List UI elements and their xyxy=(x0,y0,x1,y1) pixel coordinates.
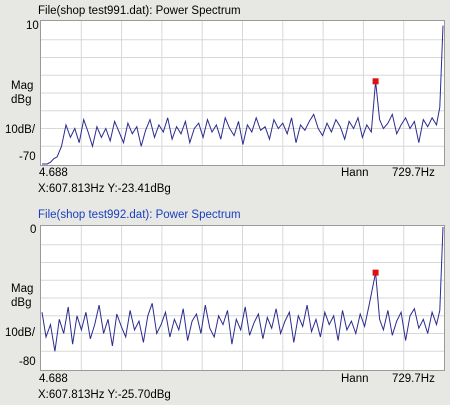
y-scale-label: 10dB/ xyxy=(5,124,36,136)
y-unit-line2: dBg xyxy=(11,297,32,309)
y-max-label: 10 xyxy=(26,20,39,32)
panel-title: File(shop test991.dat): Power Spectrum xyxy=(38,5,241,17)
x-start-label: 4.688 xyxy=(39,373,68,385)
plot-area-1[interactable] xyxy=(40,20,445,166)
x-end-label: 729.7Hz xyxy=(392,373,435,385)
cursor-readout: X:607.813Hz Y:-23.41dBg xyxy=(38,183,171,195)
cursor-marker[interactable] xyxy=(372,269,379,276)
y-max-label: 0 xyxy=(30,224,37,236)
y-min-label: -80 xyxy=(19,356,36,368)
window-label: Hann xyxy=(341,373,369,385)
x-start-label: 4.688 xyxy=(39,167,68,179)
spectrum-panel-2: File(shop test992.dat): Power Spectrum 0… xyxy=(0,203,450,405)
spectrum-chart-1[interactable] xyxy=(41,21,444,165)
y-min-label: -70 xyxy=(19,151,36,163)
y-unit-line1: Mag xyxy=(11,80,34,92)
cursor-readout: X:607.813Hz Y:-25.70dBg xyxy=(38,389,171,401)
spectrum-chart-2[interactable] xyxy=(41,226,444,370)
y-scale-label: 10dB/ xyxy=(5,327,36,339)
window-label: Hann xyxy=(341,167,369,179)
x-end-label: 729.7Hz xyxy=(392,167,435,179)
plot-area-2[interactable] xyxy=(40,225,445,371)
spectrum-panel-1: File(shop test991.dat): Power Spectrum 1… xyxy=(0,0,450,200)
y-unit-line2: dBg xyxy=(11,94,32,106)
cursor-marker[interactable] xyxy=(372,78,379,85)
y-unit-line1: Mag xyxy=(11,283,34,295)
panel-title: File(shop test992.dat): Power Spectrum xyxy=(38,209,241,221)
